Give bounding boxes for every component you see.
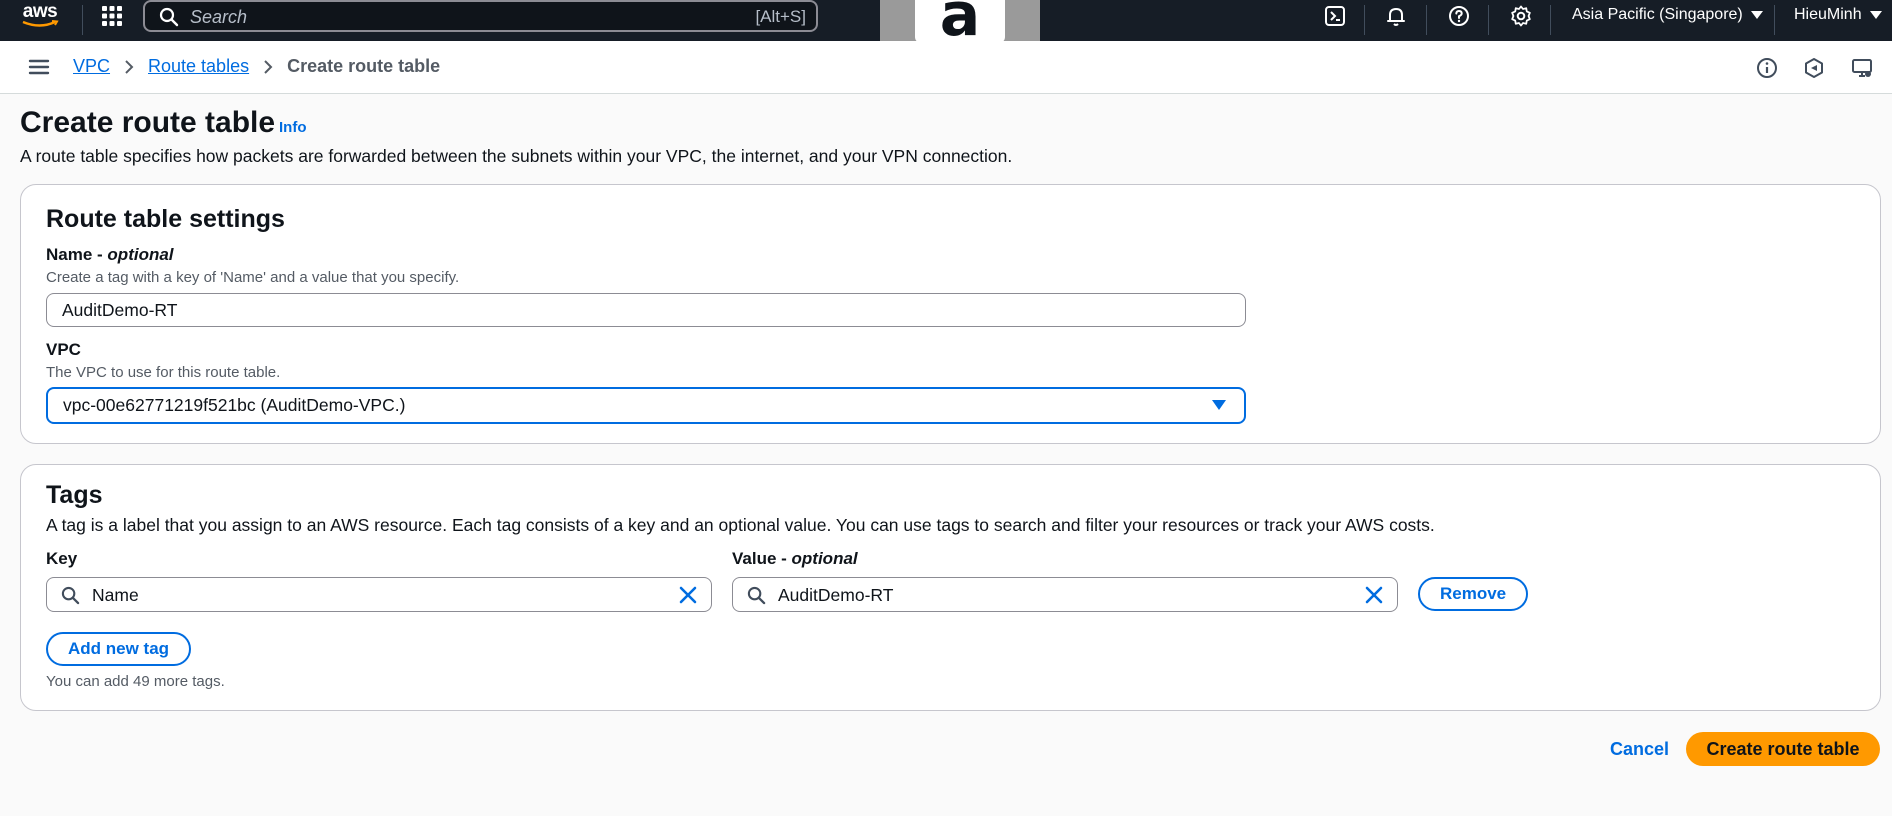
tag-key-value: Name: [92, 585, 139, 605]
caret-down-icon: [1750, 11, 1763, 19]
tags-description: A tag is a label that you assign to an A…: [46, 515, 1435, 535]
breadcrumb-link-route-tables[interactable]: Route tables: [148, 56, 249, 77]
chevron-right-icon: [124, 59, 134, 75]
tags-panel-title: Tags: [46, 481, 103, 509]
tags-remaining-hint: You can add 49 more tags.: [46, 673, 225, 690]
vpc-select-value: vpc-00e62771219f521bc (AuditDemo-VPC.): [63, 395, 406, 415]
overlay-white-box: a: [915, 0, 1005, 43]
info-circle-icon[interactable]: [1755, 56, 1779, 80]
tag-value-label: Value - optional: [732, 549, 858, 568]
name-field-label: Name - optional: [46, 245, 174, 264]
overlay-letter: a: [939, 0, 981, 43]
topbar-divider: [82, 5, 83, 35]
chevron-right-icon: [263, 59, 273, 75]
tag-key-label: Key: [46, 549, 78, 568]
topbar-divider: [1550, 5, 1551, 35]
user-name: HieuMinh: [1794, 6, 1862, 23]
topbar-divider: [1364, 5, 1365, 35]
tag-value-value: AuditDemo-RT: [778, 585, 894, 605]
region-selector[interactable]: Asia Pacific (Singapore): [1572, 6, 1763, 24]
topbar-divider: [1774, 5, 1775, 35]
display-preferences-icon[interactable]: [1850, 56, 1874, 80]
cancel-button[interactable]: Cancel: [1610, 739, 1669, 760]
breadcrumb: VPC Route tables Create route table: [73, 56, 440, 77]
user-menu[interactable]: HieuMinh: [1794, 6, 1882, 24]
region-label: Asia Pacific (Singapore): [1572, 6, 1743, 23]
apps-grid-icon[interactable]: [100, 4, 124, 28]
caret-down-icon: [1212, 400, 1226, 410]
help-icon[interactable]: [1447, 4, 1471, 28]
aws-logo[interactable]: aws: [20, 2, 60, 34]
feedback-hexagon-icon[interactable]: [1802, 56, 1826, 80]
caret-down-icon: [1869, 11, 1882, 19]
breadcrumb-bar: VPC Route tables Create route table: [0, 41, 1892, 94]
vpc-field-hint: The VPC to use for this route table.: [46, 364, 281, 381]
topbar-divider: [1488, 5, 1489, 35]
settings-gear-icon[interactable]: [1509, 4, 1533, 28]
vpc-field-label: VPC: [46, 340, 81, 359]
menu-hamburger-icon[interactable]: [28, 58, 50, 76]
search-shortcut-hint: [Alt+S]: [755, 7, 806, 26]
notifications-bell-icon[interactable]: [1384, 4, 1408, 28]
topbar-divider: [1426, 5, 1427, 35]
search-icon: [159, 7, 179, 27]
search-icon: [747, 586, 766, 605]
vpc-select[interactable]: vpc-00e62771219f521bc (AuditDemo-VPC.): [46, 387, 1246, 424]
breadcrumb-link-vpc[interactable]: VPC: [73, 56, 110, 77]
route-table-settings-panel: Route table settings Name - optional Cre…: [20, 184, 1881, 444]
tags-panel: Tags A tag is a label that you assign to…: [20, 464, 1881, 711]
info-link[interactable]: Info: [279, 119, 307, 136]
breadcrumb-current: Create route table: [287, 56, 441, 76]
create-route-table-button[interactable]: Create route table: [1686, 732, 1880, 766]
aws-smile-icon: [22, 20, 59, 27]
tag-value-input[interactable]: AuditDemo-RT: [732, 577, 1398, 612]
tag-value-optional-text: optional: [791, 549, 858, 568]
add-new-tag-button[interactable]: Add new tag: [46, 632, 192, 666]
aws-logo-text: aws: [22, 1, 58, 22]
tag-value-label-text: Value: [732, 549, 777, 568]
global-search[interactable]: [Alt+S]: [143, 0, 818, 32]
search-icon: [61, 586, 80, 605]
search-input[interactable]: [190, 6, 710, 28]
tag-key-input[interactable]: Name: [46, 577, 712, 612]
clear-x-icon[interactable]: [679, 586, 697, 604]
cloudshell-icon[interactable]: [1323, 4, 1347, 28]
name-optional-text: optional: [107, 245, 174, 264]
remove-tag-button[interactable]: Remove: [1418, 577, 1529, 611]
page-description: A route table specifies how packets are …: [20, 146, 1013, 166]
settings-panel-title: Route table settings: [46, 205, 285, 233]
name-input[interactable]: [46, 293, 1246, 327]
clear-x-icon[interactable]: [1365, 586, 1383, 604]
page-title: Create route table: [20, 106, 276, 139]
name-label-text: Name: [46, 245, 93, 264]
name-field-hint: Create a tag with a key of 'Name' and a …: [46, 269, 460, 286]
